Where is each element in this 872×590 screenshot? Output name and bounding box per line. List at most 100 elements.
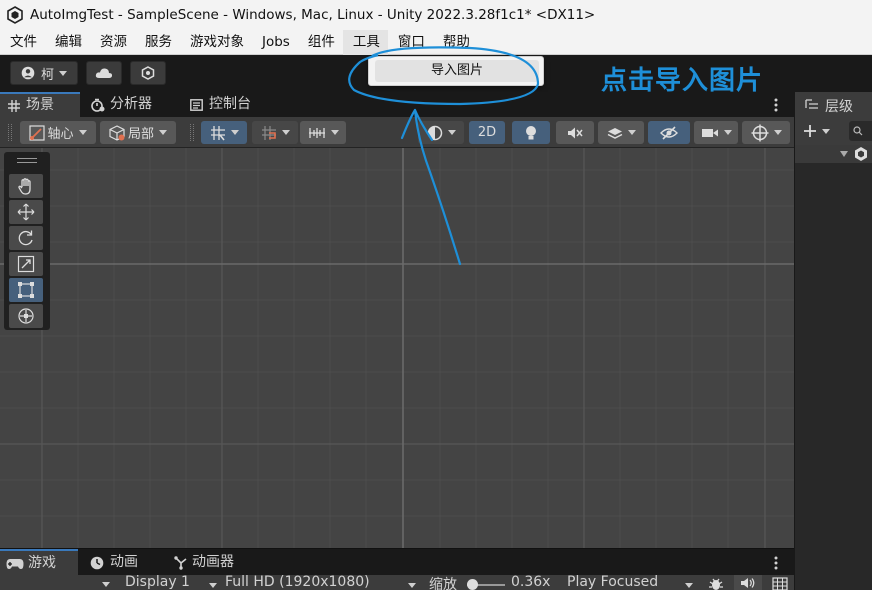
more-options-icon[interactable] — [774, 98, 778, 112]
move-tool-button[interactable] — [9, 200, 43, 224]
title-bar: AutoImgTest - SampleScene - Windows, Mac… — [0, 0, 872, 30]
hierarchy-title: 层级 — [825, 99, 853, 115]
slider-handle[interactable] — [467, 579, 478, 590]
tab-animator-label: 动画器 — [192, 554, 234, 570]
collab-button[interactable] — [130, 61, 166, 85]
local-label: 局部 — [127, 127, 154, 142]
play-mode-label: Play Focused — [567, 575, 659, 590]
menu-tools[interactable]: 工具 — [342, 29, 388, 55]
scale-tool-button[interactable] — [9, 252, 43, 276]
animator-graph-icon — [174, 555, 187, 570]
resolution-dropdown[interactable]: Full HD (1920x1080) — [221, 575, 419, 590]
draw-mode-dropdown[interactable] — [418, 121, 464, 144]
menu-edit[interactable]: 编辑 — [45, 30, 90, 55]
chevron-down-icon — [59, 70, 67, 76]
tab-animation[interactable]: 动画 — [90, 550, 164, 575]
menu-jobs[interactable]: Jobs — [252, 30, 298, 55]
tab-game[interactable]: 游戏 — [0, 549, 78, 576]
camera-dropdown[interactable] — [694, 121, 738, 144]
menu-file[interactable]: 文件 — [0, 30, 45, 55]
scale-slider[interactable] — [467, 579, 505, 590]
tab-animator[interactable]: 动画器 — [174, 550, 264, 575]
gizmos-dropdown[interactable] — [742, 121, 790, 144]
chevron-down-icon — [230, 130, 239, 135]
bug-icon[interactable] — [708, 577, 724, 590]
rotate-icon — [18, 230, 33, 246]
lighting-toggle[interactable] — [512, 121, 550, 144]
grid-snap-toggle[interactable] — [201, 121, 247, 144]
ruler-icon — [308, 127, 325, 138]
chevron-down-icon[interactable] — [102, 582, 110, 587]
tab-scene-label: 场景 — [26, 97, 54, 113]
game-toolbar: Display 1 Full HD (1920x1080) 缩放 0.36x P… — [0, 574, 794, 590]
animation-clock-icon — [90, 556, 104, 569]
menu-item-import-image[interactable]: 导入图片 — [375, 60, 539, 82]
toggle-2d-button[interactable]: 2D — [469, 121, 505, 144]
menu-window[interactable]: 窗口 — [388, 30, 433, 55]
hierarchy-list-icon — [805, 99, 818, 109]
scene-viewport[interactable] — [0, 148, 794, 548]
pivot-toggle[interactable]: 轴心 — [20, 121, 96, 144]
tools-overlay-panel — [4, 152, 50, 330]
console-icon — [190, 98, 203, 111]
rect-transform-icon — [18, 282, 34, 298]
account-button[interactable]: 柯 — [10, 61, 78, 85]
hierarchy-search-input[interactable] — [849, 121, 872, 141]
rect-tool-button[interactable] — [9, 278, 43, 302]
speaker-icon — [741, 578, 755, 588]
scene-toolbar: 轴心 局部 2D — [0, 117, 794, 148]
hexagon-icon — [141, 66, 155, 80]
cloud-icon — [95, 68, 113, 78]
drag-handle-icon[interactable] — [8, 124, 12, 141]
scene-tabs-row: 场景 分析器 控制台 — [0, 92, 794, 117]
local-toggle[interactable]: 局部 — [100, 121, 176, 144]
rotate-tool-button[interactable] — [9, 226, 43, 250]
chevron-down-icon — [209, 583, 217, 588]
gizmos-icon — [751, 124, 768, 141]
display-label: Display 1 — [125, 575, 190, 590]
menu-assets[interactable]: 资源 — [90, 30, 135, 55]
tab-profiler[interactable]: 分析器 — [88, 92, 182, 117]
hierarchy-toolbar — [795, 117, 872, 145]
grid-snap-icon — [210, 125, 225, 140]
play-mode-dropdown[interactable]: Play Focused — [562, 575, 694, 590]
effects-dropdown[interactable] — [598, 121, 644, 144]
stats-grid-icon[interactable] — [772, 577, 788, 590]
drag-handle-icon[interactable] — [17, 158, 37, 163]
scene-visibility-toggle[interactable] — [648, 121, 690, 144]
unity-logo-icon — [7, 6, 23, 24]
scale-value: 0.36x — [511, 574, 551, 590]
mute-audio-toggle[interactable] — [734, 575, 762, 590]
increment-snap-toggle[interactable] — [252, 121, 298, 144]
hierarchy-panel: 层级 — [794, 92, 872, 590]
search-icon — [853, 126, 863, 136]
menu-component[interactable]: 组件 — [298, 30, 343, 55]
drag-handle-icon[interactable] — [190, 124, 194, 141]
mute-icon — [568, 127, 583, 138]
menu-help[interactable]: 帮助 — [433, 30, 478, 55]
cloud-button[interactable] — [86, 61, 122, 85]
hierarchy-scene-row[interactable] — [795, 145, 872, 163]
layers-icon — [607, 127, 622, 139]
audio-toggle[interactable] — [556, 121, 594, 144]
chevron-down-icon — [159, 130, 167, 135]
menu-services[interactable]: 服务 — [135, 30, 180, 55]
transform-tool-button[interactable] — [9, 304, 43, 328]
tab-hierarchy[interactable]: 层级 — [795, 92, 872, 117]
unity-scene-icon — [855, 147, 867, 161]
camera-icon — [701, 128, 718, 137]
unity-editor-window: { "window": {"title": "AutoImgTest - Sam… — [0, 0, 872, 590]
account-icon — [21, 66, 35, 80]
menu-bar: 文件 编辑 资源 服务 游戏对象 Jobs 组件 工具 窗口 帮助 — [0, 29, 872, 55]
display-dropdown[interactable]: Display 1 — [120, 575, 218, 590]
more-options-icon[interactable] — [774, 556, 778, 570]
tab-console[interactable]: 控制台 — [188, 92, 282, 117]
transform-all-icon — [18, 308, 34, 324]
chevron-down-icon — [447, 130, 456, 135]
menu-gameobject[interactable]: 游戏对象 — [180, 30, 252, 55]
tab-game-label: 游戏 — [28, 555, 56, 571]
tab-scene[interactable]: 场景 — [0, 92, 80, 117]
add-object-button[interactable] — [803, 122, 837, 140]
ruler-toggle[interactable] — [300, 121, 346, 144]
hand-tool-button[interactable] — [9, 174, 43, 198]
